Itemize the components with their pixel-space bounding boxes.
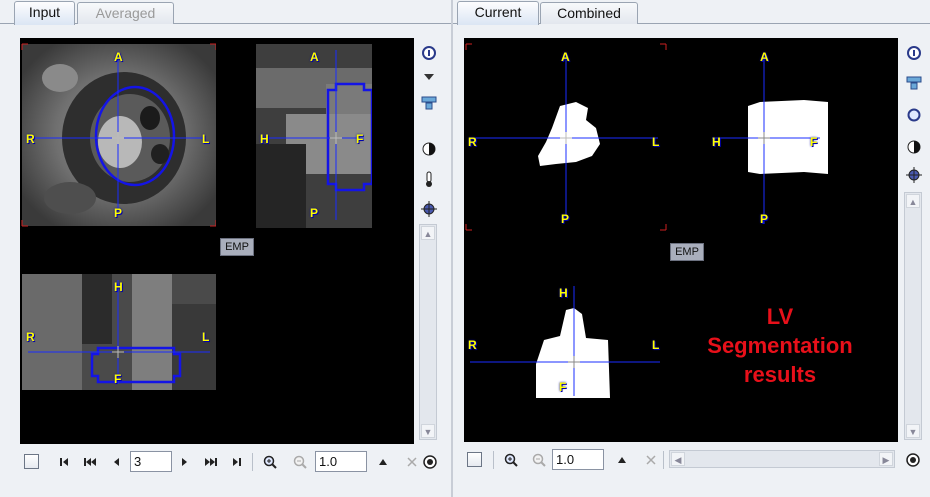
right-tab-bar: Current Combined (453, 0, 930, 25)
last-slice-button[interactable] (229, 454, 245, 470)
seg-coronal-label-foot: F (559, 380, 567, 394)
fast-forward-button[interactable] (203, 454, 219, 470)
right-bottom-toolbar: 1.0 ◀ ▶ (453, 445, 930, 475)
crosshair-icon[interactable] (903, 164, 925, 186)
reset-icon[interactable] (404, 454, 420, 470)
annotation-line-3: results (743, 362, 817, 387)
right-side-toolbar (903, 42, 925, 192)
zoom-out-icon[interactable] (292, 454, 308, 470)
zoom-factor-field[interactable]: 1.0 (315, 451, 367, 472)
layout-icon[interactable] (903, 72, 925, 94)
scroll-down-arrow[interactable]: ▼ (906, 424, 920, 438)
thermometer-icon[interactable] (418, 168, 440, 190)
zoom-up-icon[interactable] (614, 452, 630, 468)
emp-button[interactable]: EMP (220, 238, 254, 256)
right-vertical-scrollbar[interactable]: ▲ ▼ (904, 192, 922, 440)
left-vertical-scrollbar[interactable]: ▲ ▼ (419, 224, 437, 440)
seg-label-right: R (468, 135, 477, 149)
left-tab-bar: Input Averaged (0, 0, 451, 25)
zoom-in-icon[interactable] (262, 454, 278, 470)
contrast-icon[interactable] (418, 138, 440, 160)
sagittal-label-head: H (260, 132, 269, 146)
previous-slice-button[interactable] (108, 454, 124, 470)
info-icon[interactable] (418, 42, 440, 64)
tab-input[interactable]: Input (14, 1, 75, 25)
sagittal-label-posterior: P (310, 206, 319, 220)
annotation-line-2: Segmentation (707, 333, 853, 358)
sagittal-label-foot: F (356, 132, 364, 146)
coronal-label-foot: F (114, 372, 122, 386)
scroll-up-arrow[interactable]: ▲ (906, 194, 920, 208)
next-slice-button[interactable] (177, 454, 193, 470)
info-icon[interactable] (903, 42, 925, 64)
coronal-label-left: L (202, 330, 210, 344)
seg-coronal-label-head: H (559, 286, 568, 300)
seg-sagittal-label-posterior: P (760, 212, 769, 226)
scroll-up-arrow[interactable]: ▲ (421, 226, 435, 240)
seg-label-left: L (652, 135, 660, 149)
seg-sagittal-label-foot: F (810, 135, 818, 149)
segmentation-image-viewport[interactable]: A P R L A P H F EMP H F R L LV Segmentat… (464, 38, 898, 442)
seg-label-posterior: P (561, 212, 570, 226)
coronal-label-head: H (114, 280, 123, 294)
sagittal-label-anterior: A (310, 50, 319, 64)
horizontal-scrollbar[interactable]: ◀ ▶ (669, 450, 895, 468)
input-panel: Input Averaged A P R L A P H F EMP H F R… (0, 0, 451, 497)
seg-sagittal-label-head: H (712, 135, 721, 149)
input-image-viewport[interactable]: A P R L A P H F EMP H F R L (20, 38, 414, 444)
seg-label-anterior: A (561, 50, 570, 64)
segmentation-coronal-view[interactable] (464, 280, 674, 402)
segmentation-transverse-view[interactable] (464, 38, 674, 232)
capture-icon[interactable] (422, 454, 438, 470)
orientation-label-posterior: P (114, 206, 123, 220)
rewind-button[interactable] (82, 454, 98, 470)
annotation-line-1: LV (766, 304, 794, 329)
layout-icon[interactable] (418, 92, 440, 114)
fit-checkbox[interactable] (467, 452, 482, 467)
triangle-down-icon[interactable] (418, 66, 440, 88)
orientation-label-anterior: A (114, 50, 123, 64)
contrast-icon[interactable] (903, 136, 925, 158)
segmentation-results-annotation: LV Segmentation results (690, 302, 870, 389)
fit-checkbox[interactable] (24, 454, 39, 469)
tab-combined[interactable]: Combined (540, 2, 638, 24)
zoom-in-icon[interactable] (503, 452, 519, 468)
left-side-toolbar (418, 42, 440, 222)
zoom-up-icon[interactable] (375, 454, 391, 470)
slice-number-field[interactable]: 3 (130, 451, 172, 472)
tab-current[interactable]: Current (457, 1, 539, 25)
segmentation-panel: Current Combined A P R L A P H F EMP H F… (453, 0, 930, 497)
first-slice-button[interactable] (56, 454, 72, 470)
orientation-label-right: R (26, 132, 35, 146)
scroll-left-arrow[interactable]: ◀ (671, 452, 685, 466)
input-sagittal-view[interactable] (256, 44, 372, 228)
zoom-factor-field[interactable]: 1.0 (552, 449, 604, 470)
orientation-label-left: L (202, 132, 210, 146)
scroll-down-arrow[interactable]: ▼ (421, 424, 435, 438)
crosshair-icon[interactable] (418, 198, 440, 220)
scroll-right-arrow[interactable]: ▶ (879, 452, 893, 466)
coronal-label-right: R (26, 330, 35, 344)
seg-sagittal-label-anterior: A (760, 50, 769, 64)
seg-coronal-label-left: L (652, 338, 660, 352)
circle-icon[interactable] (903, 104, 925, 126)
seg-coronal-label-right: R (468, 338, 477, 352)
input-transverse-view[interactable] (20, 38, 216, 228)
seg-emp-button[interactable]: EMP (670, 243, 704, 261)
zoom-out-icon[interactable] (531, 452, 547, 468)
reset-icon[interactable] (643, 452, 659, 468)
capture-icon[interactable] (905, 452, 921, 468)
left-bottom-toolbar: 3 1.0 (0, 447, 451, 477)
tab-averaged[interactable]: Averaged (77, 2, 174, 24)
